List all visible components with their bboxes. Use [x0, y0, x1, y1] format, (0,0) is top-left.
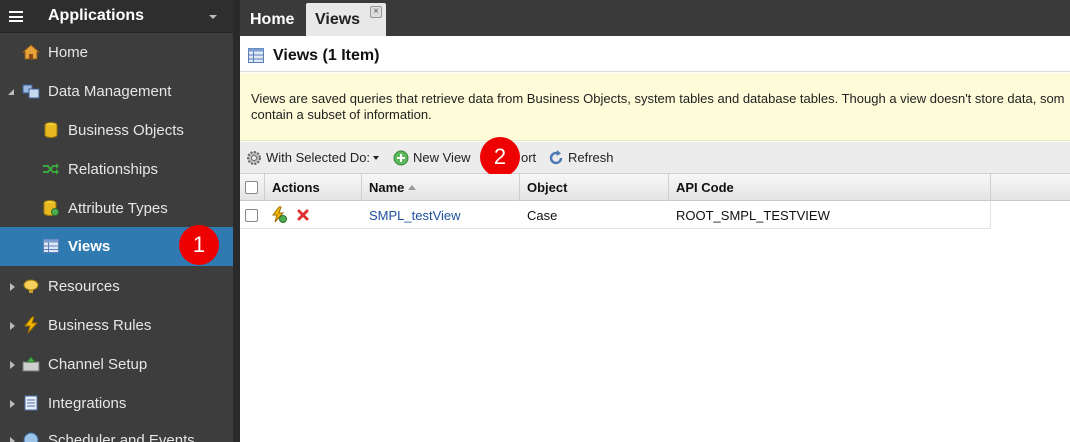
sidebar-item-business-objects[interactable]: Business Objects: [0, 111, 233, 150]
sidebar-item-resources[interactable]: Resources: [0, 267, 233, 306]
views-icon: [42, 237, 60, 255]
edit-action-icon[interactable]: [270, 206, 288, 224]
tab-home[interactable]: Home: [242, 3, 306, 36]
view-name-link[interactable]: SMPL_testView: [369, 208, 461, 223]
tab-views[interactable]: Views ×: [306, 3, 386, 36]
toolbar: With Selected Do: New View ort Refresh 2: [240, 137, 1070, 177]
row-checkbox[interactable]: [245, 208, 258, 222]
views-icon: [248, 48, 264, 66]
tab-label: Home: [250, 10, 295, 28]
close-tab-icon[interactable]: ×: [370, 6, 382, 18]
column-header-label: Object: [527, 180, 568, 195]
page-title: Views (1 Item): [273, 47, 380, 64]
applications-title: Applications: [48, 7, 145, 24]
row-select-cell: [240, 201, 265, 229]
column-header-api-code[interactable]: API Code: [669, 174, 991, 201]
grid-header: Actions Name Object API Code: [240, 174, 1070, 201]
tab-label: Views: [315, 10, 361, 28]
scheduler-icon: [22, 431, 40, 442]
channel-setup-icon: [22, 355, 40, 373]
info-banner: Views are saved queries that retrieve da…: [240, 73, 1070, 141]
sidebar-item-label: Channel Setup: [48, 356, 148, 373]
chevron-down-icon[interactable]: [209, 15, 217, 19]
sidebar: Applications Home Data Management Busine…: [0, 0, 233, 442]
sidebar-item-label: Business Rules: [48, 317, 152, 334]
column-header-label: Name: [369, 180, 405, 195]
refresh-icon: [548, 149, 564, 166]
step-badge-2: 2: [480, 137, 520, 177]
sidebar-item-label: Views: [68, 238, 111, 255]
sort-ascending-icon: [408, 185, 417, 190]
sidebar-item-home[interactable]: Home: [0, 33, 233, 72]
select-all-column: [240, 174, 265, 201]
row-actions-cell: [265, 201, 362, 229]
new-view-button[interactable]: New View: [393, 142, 471, 173]
hamburger-menu-icon: [9, 11, 23, 22]
sidebar-item-label: Home: [48, 44, 89, 61]
select-all-checkbox[interactable]: [245, 181, 258, 194]
sidebar-item-channel-setup[interactable]: Channel Setup: [0, 345, 233, 384]
new-view-label: New View: [413, 150, 471, 165]
expanded-arrow-icon[interactable]: [8, 89, 14, 95]
object-value: Case: [527, 207, 558, 223]
gear-icon: [246, 150, 262, 166]
sidebar-item-label: Attribute Types: [68, 200, 168, 217]
relationships-icon: [42, 160, 60, 178]
api-code-value: ROOT_SMPL_TESTVIEW: [676, 207, 830, 223]
collapsed-arrow-icon[interactable]: [10, 400, 15, 408]
home-icon: [22, 43, 40, 61]
column-header-object[interactable]: Object: [520, 174, 669, 201]
database-icon: [42, 121, 60, 139]
import-label: ort: [521, 150, 537, 165]
refresh-label: Refresh: [568, 150, 614, 165]
sidebar-item-label: Resources: [48, 278, 120, 295]
collapsed-arrow-icon[interactable]: [10, 283, 15, 291]
import-button[interactable]: ort: [521, 142, 536, 173]
sidebar-item-label: Data Management: [48, 83, 172, 100]
applications-header[interactable]: Applications: [0, 0, 233, 33]
sidebar-item-relationships[interactable]: Relationships: [0, 150, 233, 189]
row-name-cell: SMPL_testView: [362, 201, 520, 229]
sidebar-item-label: Relationships: [68, 161, 159, 178]
info-text-line-2: contain a subset of information.: [251, 107, 432, 122]
row-api-code-cell: ROOT_SMPL_TESTVIEW: [669, 201, 991, 229]
data-management-icon: [22, 82, 40, 100]
lightning-icon: [22, 316, 40, 334]
sidebar-item-business-rules[interactable]: Business Rules: [0, 306, 233, 345]
sidebar-item-label: Scheduler and Events: [48, 432, 195, 442]
sidebar-item-label: Business Objects: [68, 122, 184, 139]
sidebar-splitter[interactable]: [233, 0, 240, 442]
integrations-icon: [22, 394, 40, 412]
collapsed-arrow-icon[interactable]: [10, 361, 15, 369]
row-object-cell: Case: [520, 201, 669, 229]
page-header: Views (1 Item): [240, 40, 1070, 72]
column-header-label: Actions: [272, 180, 320, 195]
resources-icon: [22, 277, 40, 295]
column-header-actions[interactable]: Actions: [265, 174, 362, 201]
main-panel: Home Views × Views (1 Item) Views are sa…: [240, 0, 1070, 442]
attribute-types-icon: [42, 199, 60, 217]
with-selected-label: With Selected Do:: [266, 150, 371, 165]
sidebar-item-data-management[interactable]: Data Management: [0, 72, 233, 111]
sidebar-item-label: Integrations: [48, 395, 127, 412]
collapsed-arrow-icon[interactable]: [10, 437, 15, 442]
delete-action-icon[interactable]: [297, 209, 309, 221]
add-icon: [393, 150, 409, 166]
info-text-line-1: Views are saved queries that retrieve da…: [251, 91, 1065, 106]
sidebar-item-integrations[interactable]: Integrations: [0, 384, 233, 423]
sidebar-item-attribute-types[interactable]: Attribute Types: [0, 189, 233, 228]
table-row[interactable]: SMPL_testView Case ROOT_SMPL_TESTVIEW: [240, 201, 991, 229]
sidebar-item-scheduler-and-events[interactable]: Scheduler and Events: [0, 421, 233, 442]
tab-bar: Home Views ×: [240, 0, 1070, 36]
with-selected-dropdown[interactable]: With Selected Do:: [246, 142, 380, 173]
column-header-name[interactable]: Name: [362, 174, 520, 201]
chevron-down-icon: [373, 155, 380, 160]
step-badge-1: 1: [179, 225, 219, 265]
collapsed-arrow-icon[interactable]: [10, 322, 15, 330]
refresh-button[interactable]: Refresh: [548, 142, 614, 173]
column-header-label: API Code: [676, 180, 734, 195]
